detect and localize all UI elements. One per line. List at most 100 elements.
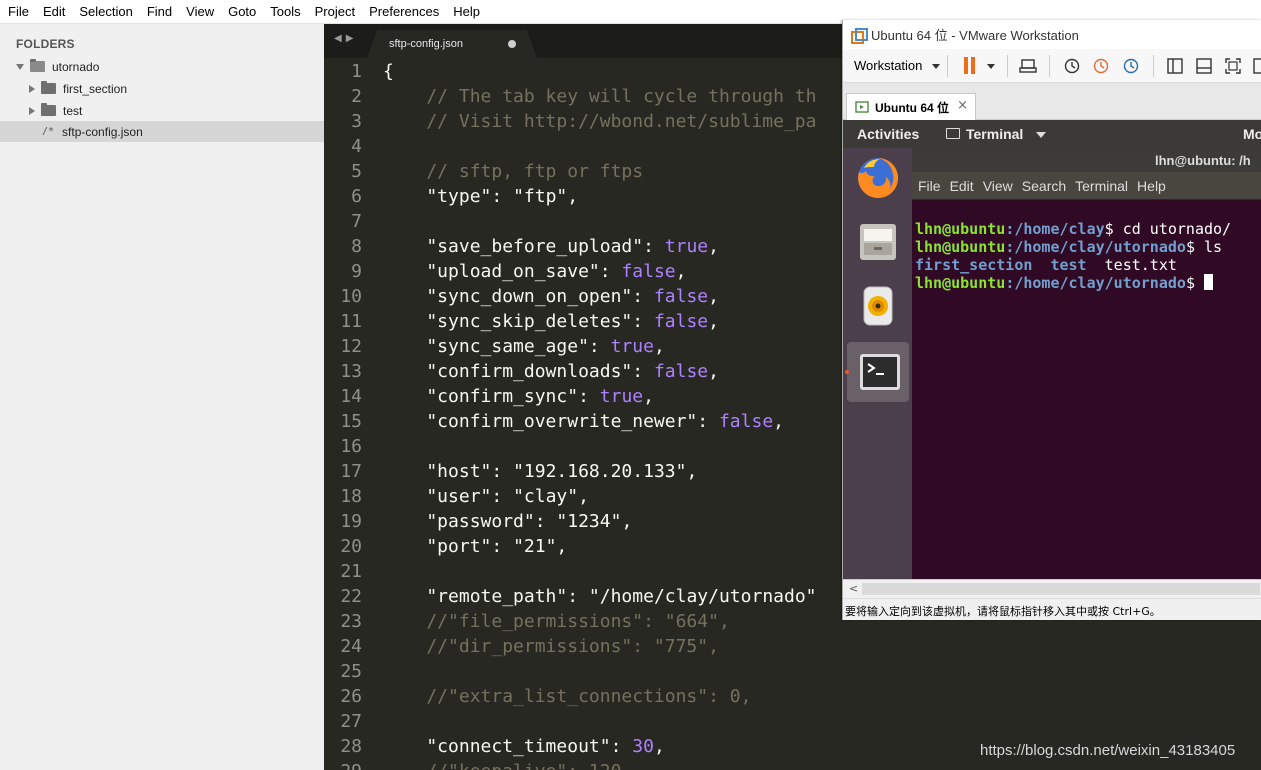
code-text: //"file_permissions": "664", <box>383 609 729 634</box>
menu-goto[interactable]: Goto <box>220 4 262 19</box>
line-number: 29 <box>324 759 362 770</box>
code-token: true <box>610 336 654 357</box>
terminal-menu-view[interactable]: View <box>977 178 1016 194</box>
code-text: "confirm_overwrite_newer": false, <box>383 409 784 434</box>
files-icon[interactable] <box>856 220 900 264</box>
ubuntu-guest-screen[interactable]: Activities Terminal Mo lhn@ubuntu: /h Fi… <box>843 120 1261 579</box>
activities-button[interactable]: Activities <box>857 126 919 142</box>
chevron-right-icon[interactable] <box>29 84 35 93</box>
line-number: 5 <box>351 161 362 182</box>
line-number: 20 <box>340 536 362 557</box>
chevron-down-icon[interactable] <box>932 64 940 69</box>
line-number: 2 <box>351 86 362 107</box>
menu-project[interactable]: Project <box>307 4 361 19</box>
code-line[interactable]: 25 <box>324 659 1261 684</box>
menu-find[interactable]: Find <box>139 4 178 19</box>
chevron-down-icon[interactable] <box>987 64 995 69</box>
code-token: "sync_same_age" <box>383 336 589 357</box>
workstation-menu-button[interactable]: Workstation <box>854 58 922 73</box>
code-token: : <box>588 336 611 357</box>
folders-header: FOLDERS <box>16 37 75 51</box>
ls-entry: test <box>1050 256 1087 274</box>
chevron-down-icon[interactable] <box>16 63 24 70</box>
sidebar-item-first-section[interactable]: first_section <box>0 78 324 99</box>
snapshot-manager-icon[interactable] <box>1122 57 1140 75</box>
line-number: 15 <box>340 411 362 432</box>
vmware-logo-icon <box>851 27 868 44</box>
fullscreen-icon[interactable] <box>1224 57 1242 75</box>
firefox-icon[interactable] <box>856 156 900 200</box>
line-number: 28 <box>340 736 362 757</box>
terminal-icon[interactable] <box>858 350 902 394</box>
code-token: : <box>632 361 654 382</box>
code-token: // Visit http://wbond.net/sublime_pa <box>383 111 817 132</box>
code-line[interactable]: 26 //"extra_list_connections": 0, <box>324 684 1261 709</box>
code-token: // sftp, ftp or ftps <box>383 161 644 182</box>
sidebar-view-icon[interactable] <box>1166 57 1184 75</box>
code-token: : <box>610 736 633 757</box>
terminal-body[interactable]: lhn@ubuntu:/home/clay$ cd utornado/lhn@u… <box>912 200 1261 579</box>
text-cursor <box>1204 274 1213 290</box>
chevron-down-icon[interactable] <box>1036 132 1046 138</box>
menu-preferences[interactable]: Preferences <box>361 4 445 19</box>
code-token: "sync_skip_deletes" <box>383 311 633 332</box>
line-number: 19 <box>340 511 362 532</box>
tab-nav-arrows-icon[interactable]: ◀▶ <box>334 33 357 44</box>
unity-icon[interactable] <box>1252 57 1261 75</box>
horizontal-scrollbar[interactable]: < <box>843 579 1261 598</box>
vmware-statusbar: 要将输入定向到该虚拟机，请将鼠标指针移入其中或按 Ctrl+G。 <box>843 598 1261 620</box>
menu-file[interactable]: File <box>0 4 35 19</box>
app-menu-button[interactable]: Terminal <box>966 126 1023 142</box>
terminal-menu-file[interactable]: File <box>912 178 944 194</box>
terminal-title: lhn@ubuntu: /h <box>1155 153 1251 168</box>
menu-view[interactable]: View <box>178 4 220 19</box>
close-icon[interactable]: × <box>957 98 968 113</box>
sidebar-item-sftp-config[interactable]: /* sftp-config.json <box>0 121 324 142</box>
code-text: //"keepalive": 120, <box>383 759 632 770</box>
menu-selection[interactable]: Selection <box>71 4 138 19</box>
folder-open-icon <box>30 59 45 72</box>
prompt-path: :/home/clay/utornado <box>1005 238 1186 256</box>
watermark-text: https://blog.csdn.net/weixin_43183405 <box>980 742 1236 759</box>
terminal-menu-edit[interactable]: Edit <box>944 178 977 194</box>
sidebar-item-utornado[interactable]: utornado <box>0 56 324 77</box>
line-number: 16 <box>340 436 362 457</box>
clock-label[interactable]: Mo <box>1243 126 1261 142</box>
menu-tools[interactable]: Tools <box>262 4 306 19</box>
tab-ubuntu[interactable]: Ubuntu 64 位 × <box>846 93 976 120</box>
code-token: , <box>556 536 568 557</box>
terminal-menu-search[interactable]: Search <box>1016 178 1069 194</box>
sidebar-item-test[interactable]: test <box>0 100 324 121</box>
tab-sftp-config[interactable]: sftp-config.json <box>367 30 537 58</box>
terminal-menu-help[interactable]: Help <box>1131 178 1169 194</box>
code-token: "ftp" <box>513 186 568 207</box>
rhythmbox-icon[interactable] <box>856 284 900 328</box>
code-text: "confirm_sync": true, <box>383 384 654 409</box>
toolbar-divider <box>947 55 948 77</box>
chevron-right-icon[interactable] <box>29 106 35 115</box>
ls-entry: first_section <box>915 256 1033 274</box>
revert-snapshot-icon[interactable] <box>1092 57 1110 75</box>
snapshot-icon[interactable] <box>1063 57 1081 75</box>
code-line[interactable]: 24 //"dir_permissions": "775", <box>324 634 1261 659</box>
scroll-track[interactable] <box>862 583 1260 595</box>
code-line[interactable]: 27 <box>324 709 1261 734</box>
code-token: , <box>675 261 687 282</box>
tab-label: sftp-config.json <box>389 38 463 50</box>
sidebar-item-label: sftp-config.json <box>62 124 143 139</box>
scroll-left-icon[interactable]: < <box>849 582 858 595</box>
send-keys-icon[interactable] <box>1019 57 1037 75</box>
terminal-menu-terminal[interactable]: Terminal <box>1069 178 1131 194</box>
line-number: 11 <box>340 311 362 332</box>
prompt-cmd: $ <box>1185 274 1204 292</box>
window-title: Ubuntu 64 位 - VMware Workstation <box>871 28 1079 43</box>
menu-help[interactable]: Help <box>445 4 486 19</box>
unsaved-dot-icon[interactable] <box>508 40 516 48</box>
pause-icon[interactable] <box>961 57 979 75</box>
line-number: 14 <box>340 386 362 407</box>
code-text: "user": "clay", <box>383 484 589 509</box>
thumbnail-view-icon[interactable] <box>1195 57 1213 75</box>
menu-edit[interactable]: Edit <box>35 4 71 19</box>
code-line[interactable]: 29 //"keepalive": 120, <box>324 759 1261 770</box>
code-token: : <box>578 386 600 407</box>
